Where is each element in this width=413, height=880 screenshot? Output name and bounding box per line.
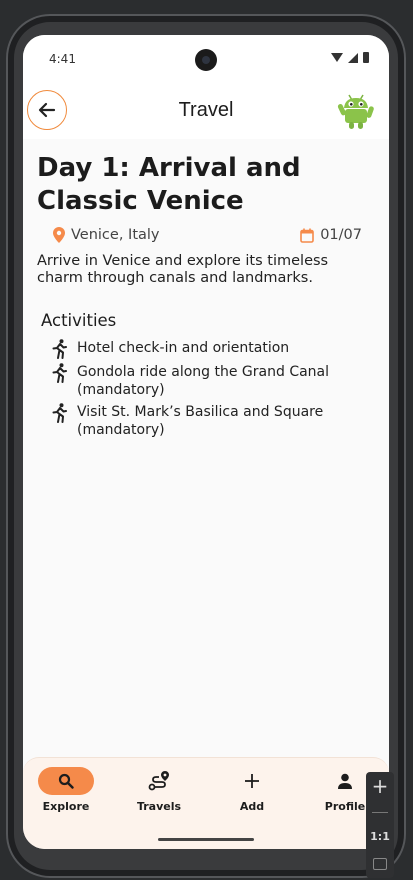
android-avatar-icon[interactable]	[335, 89, 377, 131]
day-title: Day 1: Arrival and Classic Venice	[37, 153, 301, 216]
activities-list: Hotel check-in and orientation Gondola r…	[51, 339, 371, 443]
calendar-icon	[300, 228, 315, 243]
phone-screen: 4:41 Travel Day 1: Arrival and Classic V…	[23, 35, 389, 849]
camera-cutout	[195, 49, 217, 71]
fit-screen-icon[interactable]	[373, 858, 387, 870]
activity-item: Gondola ride along the Grand Canal (mand…	[51, 363, 371, 399]
date: 01/07	[300, 227, 362, 243]
app-bar: Travel	[23, 81, 389, 139]
battery-icon	[363, 52, 369, 63]
activity-text: Gondola ride along the Grand Canal (mand…	[77, 364, 330, 398]
nav-travels-indicator	[131, 767, 187, 795]
search-icon	[58, 773, 74, 789]
day-description: Arrive in Venice and explore its timeles…	[37, 253, 329, 286]
location: Venice, Italy	[53, 227, 160, 243]
bottom-navigation: Explore Travels Add Profile	[23, 757, 389, 849]
status-icons	[331, 52, 369, 63]
plus-icon	[245, 774, 259, 788]
nav-add[interactable]: Add	[212, 767, 292, 817]
meta-row: Venice, Italy 01/07	[37, 227, 377, 247]
signal-icon	[348, 52, 358, 63]
running-person-icon	[52, 363, 67, 383]
location-pin-icon	[53, 227, 65, 243]
activities-heading: Activities	[41, 311, 117, 330]
status-bar: 4:41	[23, 35, 389, 81]
running-person-icon	[52, 339, 67, 359]
nav-add-indicator	[224, 767, 280, 795]
activity-item: Hotel check-in and orientation	[51, 339, 371, 359]
nav-travels-label: Travels	[136, 800, 182, 813]
route-icon	[148, 771, 169, 791]
running-person-icon	[52, 403, 67, 423]
wifi-icon	[331, 53, 343, 62]
home-indicator[interactable]	[158, 838, 254, 841]
zoom-in-button[interactable]: +	[366, 774, 394, 798]
activity-text: Visit St. Mark’s Basilica and Square (ma…	[77, 404, 324, 438]
location-text: Venice, Italy	[71, 227, 160, 243]
nav-profile-indicator	[317, 767, 373, 795]
emulator-zoom-toolbar: + 1:1	[366, 772, 394, 878]
nav-explore-label: Explore	[42, 800, 90, 813]
zoom-out-button[interactable]	[372, 812, 388, 813]
date-text: 01/07	[320, 227, 362, 243]
activity-text: Hotel check-in and orientation	[77, 340, 290, 356]
person-icon	[338, 773, 352, 789]
activity-item: Visit St. Mark’s Basilica and Square (ma…	[51, 403, 371, 439]
nav-travels[interactable]: Travels	[119, 767, 199, 817]
nav-explore-indicator	[38, 767, 94, 795]
zoom-ratio-button[interactable]: 1:1	[366, 830, 394, 843]
nav-explore[interactable]: Explore	[26, 767, 106, 817]
nav-add-label: Add	[239, 800, 265, 813]
status-time: 4:41	[49, 52, 76, 66]
